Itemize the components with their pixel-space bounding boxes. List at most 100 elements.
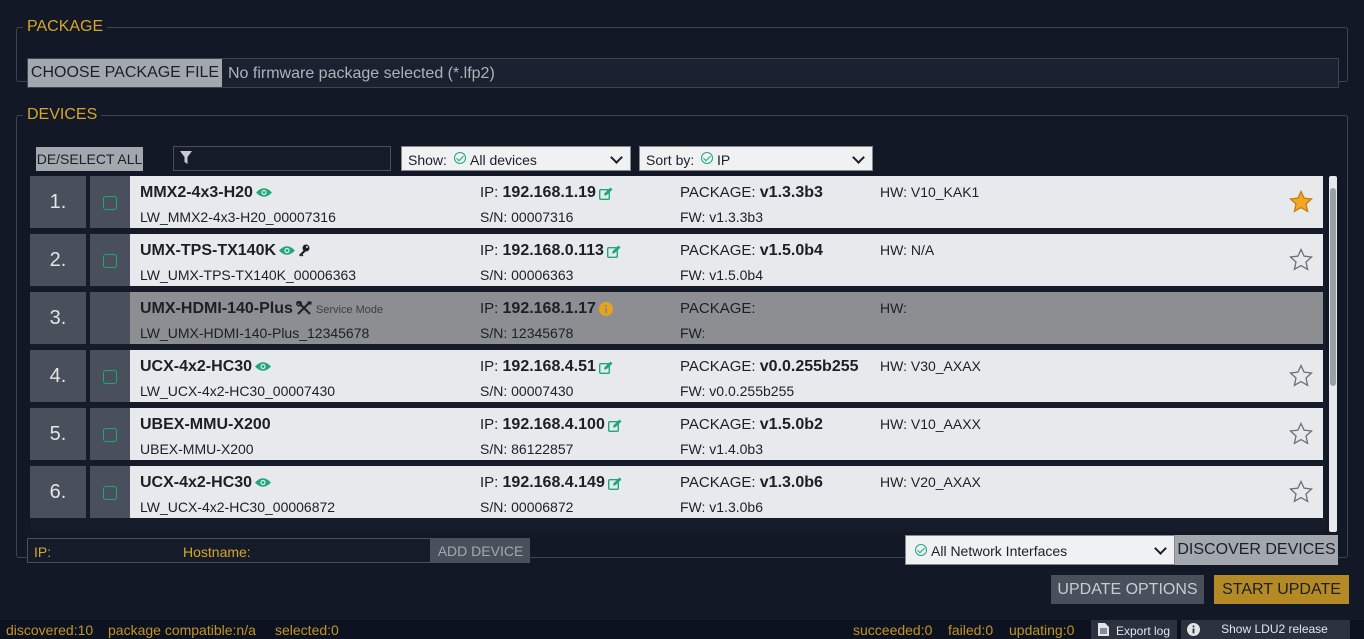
add-device-input[interactable]: IP: Hostname: xyxy=(27,538,431,563)
ip-value: 192.168.4.149 xyxy=(502,474,605,491)
update-options-button[interactable]: UPDATE OPTIONS xyxy=(1051,575,1204,604)
device-name-text: UCX-4x2-HC30 xyxy=(140,474,253,491)
ip-label: IP: xyxy=(480,242,499,259)
device-row[interactable]: 4. UCX-4x2-HC30 LW_UCX-4x2-HC30_00007430 IP… xyxy=(30,350,1323,402)
device-hostname: UBEX-MMU-X200 xyxy=(140,441,254,457)
start-update-button[interactable]: START UPDATE xyxy=(1214,575,1349,604)
add-device-button[interactable]: ADD DEVICE xyxy=(431,538,530,563)
device-name: UCX-4x2-HC30 xyxy=(140,358,272,376)
device-hardware: HW: V30_AXAX xyxy=(880,358,981,374)
device-row[interactable]: 1. MMX2-4x3-H20 LW_MMX2-4x3-H20_00007316 IP… xyxy=(30,176,1323,228)
device-row[interactable]: 3. UMX-HDMI-140-Plus Service Mode LW_UMX-HD… xyxy=(30,292,1323,344)
device-ip: IP: 192.168.4.149 xyxy=(480,474,622,492)
device-row[interactable]: 6. UCX-4x2-HC30 LW_UCX-4x2-HC30_00006872 IP… xyxy=(30,466,1323,518)
device-package: PACKAGE: v1.3.3b3 xyxy=(680,184,823,202)
device-package: PACKAGE: v1.5.0b4 xyxy=(680,242,823,260)
device-ip: IP: 192.168.1.19 xyxy=(480,184,613,202)
device-info[interactable]: UBEX-MMU-X200 UBEX-MMU-X200 IP: 192.168.4.… xyxy=(130,408,1323,460)
device-hostname: LW_UCX-4x2-HC30_00007430 xyxy=(140,383,336,399)
row-number: 2. xyxy=(30,234,86,286)
row-checkbox[interactable] xyxy=(103,428,117,442)
device-serial: S/N: 12345678 xyxy=(480,325,574,341)
show-value: All devices xyxy=(470,152,537,168)
release-notes-button[interactable]: Show LDU2 release notes xyxy=(1181,620,1350,639)
ip-label: IP: xyxy=(480,416,499,433)
discover-devices-button[interactable]: DISCOVER DEVICES xyxy=(1175,535,1338,565)
device-hardware: HW: N/A xyxy=(880,242,935,258)
device-ip: IP: 192.168.0.113 xyxy=(480,242,621,260)
check-circle-icon xyxy=(454,152,466,164)
edit-icon[interactable] xyxy=(598,187,613,200)
row-checkbox-cell[interactable] xyxy=(90,408,130,460)
choose-package-button[interactable]: CHOOSE PACKAGE FILE xyxy=(28,59,222,87)
edit-icon[interactable] xyxy=(607,477,622,490)
edit-icon[interactable] xyxy=(598,361,613,374)
row-checkbox[interactable] xyxy=(103,196,117,210)
info-icon[interactable] xyxy=(598,302,613,317)
ip-label: IP: xyxy=(480,184,499,201)
device-info[interactable]: UCX-4x2-HC30 LW_UCX-4x2-HC30_00007430 IP: … xyxy=(130,350,1323,402)
row-checkbox[interactable] xyxy=(103,254,117,268)
device-info[interactable]: UMX-TPS-TX140K LW_UMX-TPS-TX140K_00006363… xyxy=(130,234,1323,286)
sort-value: IP xyxy=(717,152,731,168)
package-value: v1.5.0b4 xyxy=(759,242,823,259)
hostname-label: Hostname: xyxy=(183,544,251,560)
row-checkbox-cell[interactable] xyxy=(90,350,130,402)
package-label: PACKAGE: xyxy=(680,358,756,375)
row-number: 4. xyxy=(30,350,86,402)
ip-value: 192.168.1.19 xyxy=(502,184,596,201)
eye-icon xyxy=(255,362,272,372)
device-info[interactable]: UCX-4x2-HC30 LW_UCX-4x2-HC30_00006872 IP: … xyxy=(130,466,1323,518)
ip-value: 192.168.1.17 xyxy=(502,300,596,317)
device-package: PACKAGE: xyxy=(680,300,756,318)
favorite-star-icon[interactable] xyxy=(1289,248,1313,272)
row-number: 3. xyxy=(30,292,86,344)
service-mode-tag: Service Mode xyxy=(315,304,384,316)
row-checkbox[interactable] xyxy=(103,486,117,500)
device-name-text: UBEX-MMU-X200 xyxy=(140,416,271,433)
favorite-star-icon[interactable] xyxy=(1289,190,1313,214)
row-checkbox[interactable] xyxy=(103,370,117,384)
row-checkbox-cell[interactable] xyxy=(90,466,130,518)
device-info[interactable]: MMX2-4x3-H20 LW_MMX2-4x3-H20_00007316 IP: … xyxy=(130,176,1323,228)
chevron-down-icon xyxy=(1154,542,1167,555)
row-number-text: 6. xyxy=(49,480,67,503)
device-serial: S/N: 00006872 xyxy=(480,499,574,515)
sort-dropdown[interactable]: Sort by: IP xyxy=(639,146,873,171)
info-icon xyxy=(1187,623,1200,636)
deselect-all-button[interactable]: DE/SELECT ALL xyxy=(36,147,143,171)
favorite-star-icon[interactable] xyxy=(1289,480,1313,504)
device-row[interactable]: 5. UBEX-MMU-X200 UBEX-MMU-X200 IP: 192.168.… xyxy=(30,408,1323,460)
ip-value: 192.168.4.51 xyxy=(502,358,596,375)
device-firmware: FW: v1.5.0b4 xyxy=(680,267,764,283)
device-name-text: UMX-TPS-TX140K xyxy=(140,242,277,259)
device-name-text: MMX2-4x3-H20 xyxy=(140,184,253,201)
row-number-text: 3. xyxy=(49,306,67,329)
scrollbar-thumb[interactable] xyxy=(1330,188,1336,386)
key-icon xyxy=(299,244,310,257)
device-list-scrollbar[interactable] xyxy=(1329,176,1337,532)
device-name: MMX2-4x3-H20 xyxy=(140,184,272,202)
row-checkbox-cell[interactable] xyxy=(90,176,130,228)
chevron-down-icon xyxy=(852,151,865,164)
selected-count: selected:0 xyxy=(275,622,339,638)
show-dropdown[interactable]: Show: All devices xyxy=(401,146,631,171)
favorite-star-icon[interactable] xyxy=(1289,364,1313,388)
device-row[interactable]: 2. UMX-TPS-TX140K LW_UMX-TPS-TX140K_000063… xyxy=(30,234,1323,286)
row-checkbox-cell[interactable] xyxy=(90,234,130,286)
device-ip: IP: 192.168.4.51 xyxy=(480,358,613,376)
updating-count: updating:0 xyxy=(1009,622,1075,638)
device-firmware: FW: v1.3.3b3 xyxy=(680,209,764,225)
device-list[interactable]: 1. MMX2-4x3-H20 LW_MMX2-4x3-H20_00007316 IP… xyxy=(30,176,1326,532)
edit-icon[interactable] xyxy=(607,419,622,432)
package-label: PACKAGE: xyxy=(680,300,756,317)
filter-input[interactable] xyxy=(173,146,391,171)
network-interface-dropdown[interactable]: All Network Interfaces xyxy=(905,535,1175,565)
device-info[interactable]: UMX-HDMI-140-Plus Service Mode LW_UMX-HDMI… xyxy=(130,292,1323,344)
edit-icon[interactable] xyxy=(606,245,621,258)
package-value: v0.0.255b255 xyxy=(759,358,859,375)
device-serial: S/N: 00007316 xyxy=(480,209,574,225)
export-log-button[interactable]: Export log xyxy=(1091,620,1177,639)
favorite-star-icon[interactable] xyxy=(1289,422,1313,446)
devices-legend: DEVICES xyxy=(27,106,98,123)
